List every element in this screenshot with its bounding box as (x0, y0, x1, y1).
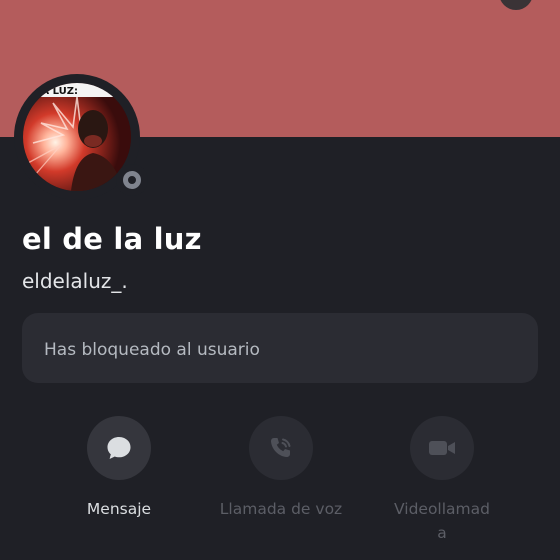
phone-call-icon (271, 438, 291, 457)
offline-status-icon (123, 171, 141, 189)
blocked-notice-text: Has bloqueado al usuario (44, 340, 260, 360)
status-indicator (116, 164, 148, 196)
username[interactable]: eldelaluz_. (22, 269, 128, 293)
video-camera-icon (429, 441, 455, 455)
chat-bubble-icon (107, 437, 131, 459)
avatar-image: LA LUZ: (23, 83, 131, 191)
video-call-button[interactable]: Videollamada (372, 416, 512, 545)
voice-call-button-circle[interactable] (249, 416, 313, 480)
message-button-label: Mensaje (86, 500, 152, 518)
user-profile-screen: LA LUZ: el de la luz eldelaluz_. Has blo… (0, 0, 560, 560)
blocked-notice-card: Has bloqueado al usuario (22, 313, 538, 383)
voice-call-button-label: Llamada de voz (219, 500, 343, 518)
video-call-button-label: Videollamada (394, 500, 490, 542)
avatar-caption-text: LA LUZ: (35, 86, 78, 97)
message-button-circle[interactable] (87, 416, 151, 480)
avatar[interactable]: LA LUZ: (23, 83, 131, 191)
voice-call-button[interactable]: Llamada de voz (211, 416, 351, 521)
avatar-container[interactable]: LA LUZ: (14, 74, 148, 200)
display-name: el de la luz (22, 222, 202, 256)
message-button[interactable]: Mensaje (49, 416, 189, 521)
video-call-button-circle[interactable] (410, 416, 474, 480)
